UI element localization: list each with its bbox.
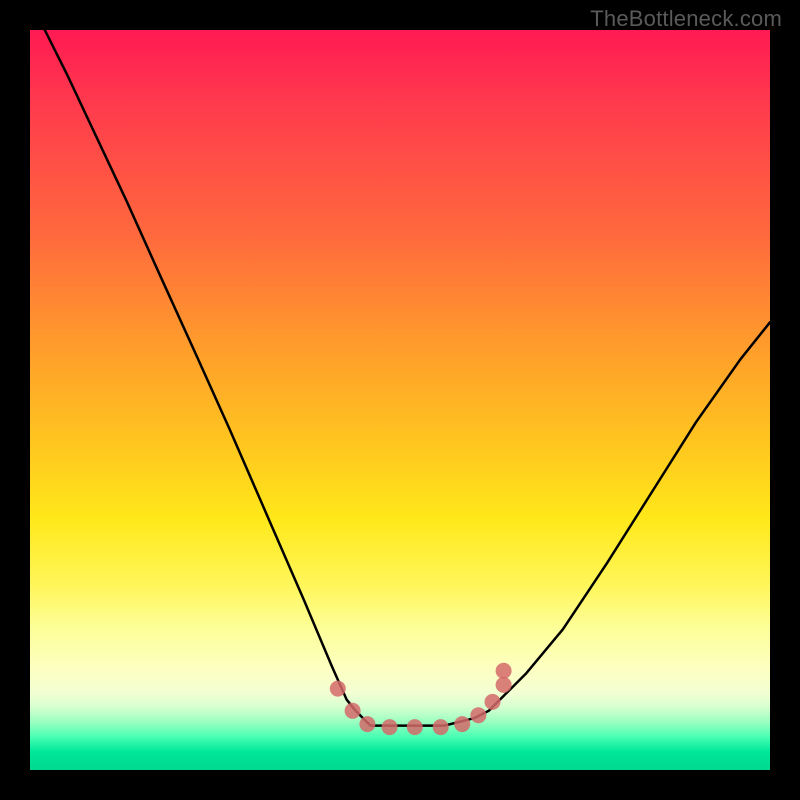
- chart-marker: [330, 681, 346, 697]
- chart-marker: [454, 716, 470, 732]
- chart-markers: [330, 663, 512, 735]
- chart-marker: [496, 663, 512, 679]
- chart-marker: [407, 719, 423, 735]
- chart-frame: TheBottleneck.com: [0, 0, 800, 800]
- chart-svg: [30, 30, 770, 770]
- chart-curve: [45, 30, 770, 726]
- chart-marker: [496, 677, 512, 693]
- watermark-text: TheBottleneck.com: [590, 6, 782, 32]
- chart-marker: [359, 716, 375, 732]
- chart-marker: [433, 719, 449, 735]
- chart-marker: [470, 707, 486, 723]
- chart-marker: [485, 694, 501, 710]
- chart-marker: [382, 719, 398, 735]
- chart-marker: [345, 703, 361, 719]
